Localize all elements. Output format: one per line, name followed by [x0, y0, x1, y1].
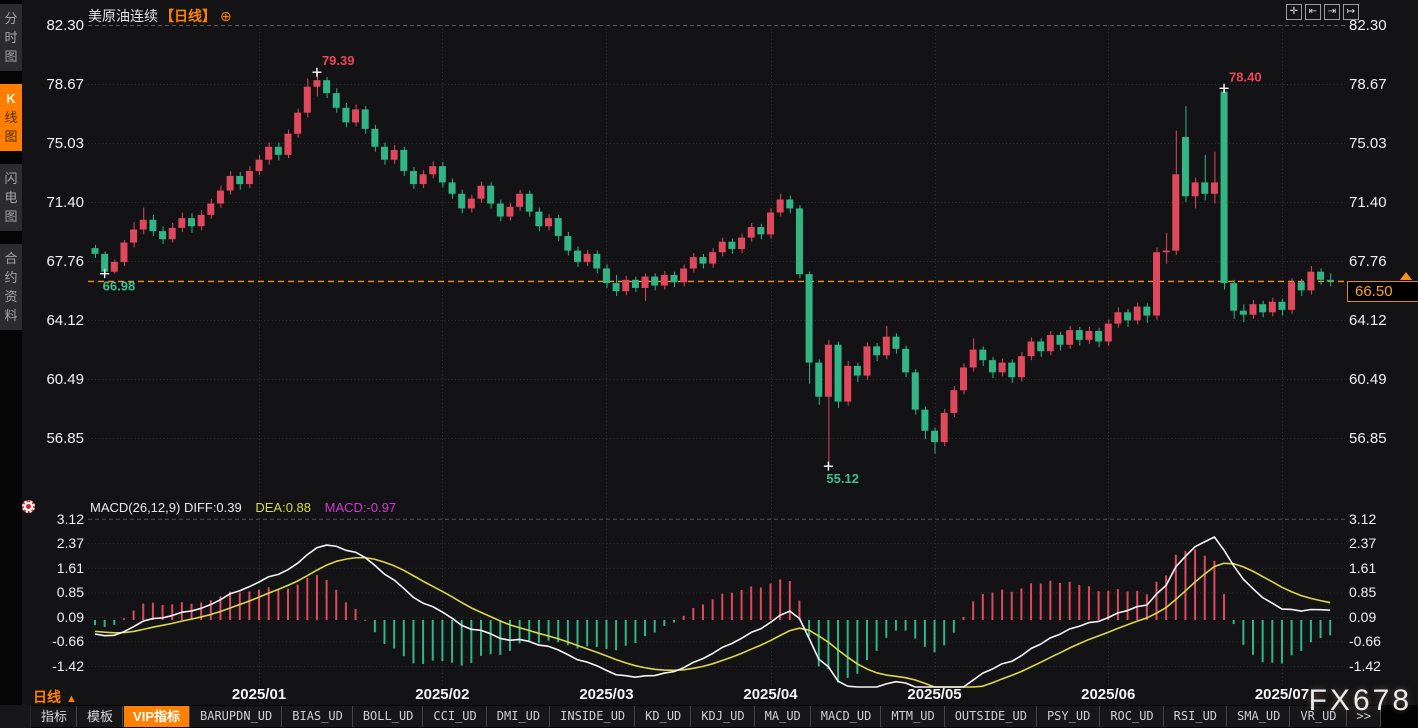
- price-axis-label: 64.12: [1349, 312, 1413, 329]
- sidebar-item-lightning-chart[interactable]: 闪电图: [0, 164, 22, 231]
- watermark: FX678: [1309, 684, 1412, 718]
- macd-axis-label: -1.42: [1349, 658, 1413, 674]
- price-axis-label: 64.12: [20, 312, 84, 329]
- period-selector[interactable]: 日线 ▲: [33, 687, 77, 707]
- sidebar-item-label-char: K: [0, 89, 22, 108]
- tab-indicators[interactable]: 指标: [31, 706, 77, 727]
- macd-axis-label: 3.12: [20, 511, 84, 527]
- sidebar-item-label-char: 时: [0, 28, 22, 47]
- price-axis-label: 67.76: [1349, 253, 1413, 270]
- tab-sma-ud[interactable]: SMA_UD: [1227, 706, 1290, 727]
- macd-header: MACD(26,12,9) DIFF:0.39 DEA:0.88 MACD:-0…: [90, 500, 396, 515]
- sidebar-item-label-char: 闪: [0, 169, 22, 188]
- period-badge: 【日线】: [160, 8, 216, 24]
- tab-ma-ud[interactable]: MA_UD: [755, 706, 811, 727]
- sidebar-item-label-char: 分: [0, 9, 22, 28]
- price-axis-label: 75.03: [20, 135, 84, 152]
- price-axis-label: 71.40: [1349, 194, 1413, 211]
- macd-axis-label: -1.42: [20, 658, 84, 674]
- chart-canvas[interactable]: [0, 0, 1418, 728]
- x-axis-label: 2025/06: [1066, 686, 1150, 703]
- tab-boll-ud[interactable]: BOLL_UD: [353, 706, 424, 727]
- tab-bias-ud[interactable]: BIAS_UD: [282, 706, 353, 727]
- x-axis-label: 2025/05: [893, 686, 977, 703]
- sidebar-item-label-char: 约: [0, 268, 22, 287]
- tab-rsi-ud[interactable]: RSI_UD: [1164, 706, 1227, 727]
- y-axis-scale-icon[interactable]: ⇤: [1305, 4, 1321, 20]
- tab-outside-ud[interactable]: OUTSIDE_UD: [945, 706, 1037, 727]
- tab-barupdn-ud[interactable]: BARUPDN_UD: [190, 706, 282, 727]
- price-axis-label: 67.76: [20, 253, 84, 270]
- crosshair-tool-icon[interactable]: ✛: [1286, 4, 1302, 20]
- sidebar-item-kline-chart[interactable]: K线图: [0, 84, 22, 151]
- price-axis-label: 60.49: [20, 371, 84, 388]
- price-axis-label: 75.03: [1349, 135, 1413, 152]
- macd-axis-label: 0.09: [1349, 609, 1413, 625]
- price-axis-label: 78.67: [1349, 76, 1413, 93]
- x-axis-scale-icon[interactable]: ⇥: [1324, 4, 1340, 20]
- price-axis-label: 71.40: [20, 194, 84, 211]
- macd-axis-label: 3.12: [1349, 511, 1413, 527]
- tab-inside-ud[interactable]: INSIDE_UD: [550, 706, 635, 727]
- sidebar-item-label-char: 图: [0, 207, 22, 226]
- sidebar-item-label-char: 图: [0, 47, 22, 66]
- macd-axis-label: 2.37: [20, 535, 84, 551]
- tab-vip-indicators[interactable]: VIP指标: [123, 706, 190, 727]
- price-axis-label: 60.49: [1349, 371, 1413, 388]
- macd-dea-value: DEA:0.88: [255, 500, 311, 515]
- period-label: 日线: [33, 689, 61, 705]
- price-axis-label: 56.85: [20, 430, 84, 447]
- sidebar: 分时图K线图闪电图合约资料: [0, 0, 22, 728]
- price-axis-label: 82.30: [1349, 17, 1413, 34]
- price-arrow-icon: [1400, 272, 1412, 280]
- sidebar-item-label-char: 线: [0, 108, 22, 127]
- tab-mtm-ud[interactable]: MTM_UD: [881, 706, 944, 727]
- sidebar-item-label-char: 合: [0, 249, 22, 268]
- sidebar-item-label-char: 料: [0, 306, 22, 325]
- macd-axis-label: -0.66: [1349, 633, 1413, 649]
- macd-title: MACD(26,12,9): [90, 500, 180, 515]
- tab-dmi-ud[interactable]: DMI_UD: [487, 706, 550, 727]
- trading-app-window: 分时图K线图闪电图合约资料 美原油连续【日线】⊕ ✛⇤⇥↦ MACD(26,12…: [0, 0, 1418, 728]
- triangle-up-icon: ▲: [66, 693, 77, 705]
- sidebar-item-minute-chart[interactable]: 分时图: [0, 4, 22, 71]
- macd-diff-value: DIFF:0.39: [184, 500, 242, 515]
- tab-kd-ud[interactable]: KD_UD: [635, 706, 691, 727]
- price-axis-label: 56.85: [1349, 430, 1413, 447]
- tab-kdj-ud[interactable]: KDJ_UD: [691, 706, 754, 727]
- symbol-name: 美原油连续: [88, 8, 158, 24]
- macd-axis-label: 1.61: [20, 560, 84, 576]
- price-axis-label: 78.67: [20, 76, 84, 93]
- macd-axis-label: 1.61: [1349, 560, 1413, 576]
- x-axis-label: 2025/02: [400, 686, 484, 703]
- tab-cci-ud[interactable]: CCI_UD: [423, 706, 486, 727]
- indicator-tab-bar: 指标模板VIP指标BARUPDN_UDBIAS_UDBOLL_UDCCI_UDD…: [0, 705, 1418, 728]
- tabbar-corner: [0, 705, 31, 728]
- macd-macd-value: MACD:-0.97: [325, 500, 397, 515]
- x-axis-label: 2025/01: [217, 686, 301, 703]
- macd-axis-label: 0.09: [20, 609, 84, 625]
- chart-title: 美原油连续【日线】⊕: [88, 6, 232, 26]
- macd-axis-label: -0.66: [20, 633, 84, 649]
- macd-axis-label: 2.37: [1349, 535, 1413, 551]
- tab-macd-ud[interactable]: MACD_UD: [811, 706, 882, 727]
- x-axis-label: 2025/03: [564, 686, 648, 703]
- macd-axis-label: 0.85: [1349, 584, 1413, 600]
- sidebar-item-label-char: 图: [0, 127, 22, 146]
- x-axis-label: 2025/04: [729, 686, 813, 703]
- sidebar-item-contract-info[interactable]: 合约资料: [0, 244, 22, 330]
- sidebar-item-label-char: 资: [0, 287, 22, 306]
- tab-templates[interactable]: 模板: [77, 706, 123, 727]
- tab-roc-ud[interactable]: ROC_UD: [1100, 706, 1163, 727]
- macd-axis-label: 0.85: [20, 584, 84, 600]
- tab-psy-ud[interactable]: PSY_UD: [1037, 706, 1100, 727]
- current-price-tag: 66.50: [1347, 281, 1418, 302]
- price-axis-label: 82.30: [20, 17, 84, 34]
- sidebar-item-label-char: 电: [0, 188, 22, 207]
- plus-circle-icon[interactable]: ⊕: [220, 8, 232, 24]
